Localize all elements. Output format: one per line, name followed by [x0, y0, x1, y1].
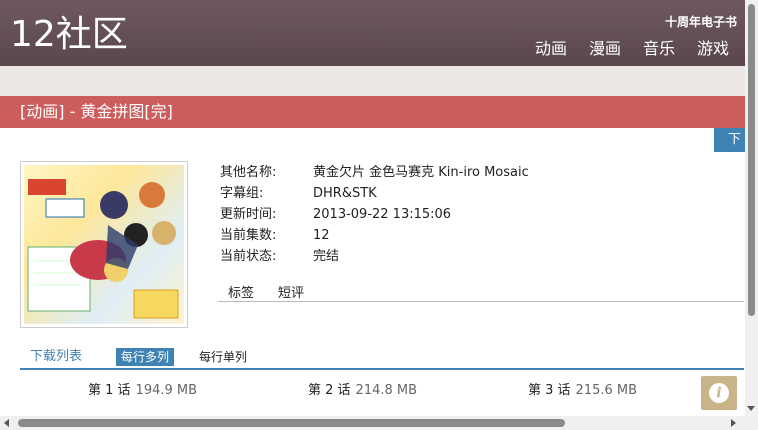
cover-image — [20, 161, 188, 328]
nav-music[interactable]: 音乐 — [643, 38, 675, 60]
nav-manga[interactable]: 漫画 — [589, 38, 621, 60]
episode-link[interactable]: 第 1 话 194.9 MB — [88, 381, 197, 401]
info-icon: i — [709, 383, 729, 403]
info-row-status: 当前状态: 完结 — [220, 246, 529, 267]
tab-tags[interactable]: 标签 — [228, 285, 254, 303]
episode-link[interactable]: 第 3 话 215.6 MB — [528, 381, 637, 401]
episode-label: 第 3 话 — [528, 383, 571, 398]
site-header: 12社区 十周年电子书 动画 漫画 音乐 游戏 — [0, 0, 745, 66]
alt-names-label: 其他名称: — [220, 165, 277, 180]
tab-single-column[interactable]: 每行单列 — [199, 348, 247, 366]
episode-label: 第 2 话 — [308, 383, 351, 398]
cover-art — [24, 165, 184, 324]
episode-size: 214.8 MB — [355, 383, 418, 398]
episode-size: 215.6 MB — [575, 383, 638, 398]
site-logo[interactable]: 12社区 — [10, 14, 128, 56]
updated-value: 2013-09-22 13:15:06 — [313, 207, 452, 222]
subgroup-value: DHR&STK — [313, 186, 377, 201]
download-list-header: 下载列表 每行多列 每行单列 — [20, 348, 744, 370]
cover-illustration — [27, 179, 179, 319]
scroll-down-icon[interactable] — [747, 406, 755, 411]
episodes-value: 12 — [313, 228, 330, 243]
info-row-subgroup: 字幕组: DHR&STK — [220, 183, 529, 204]
tab-short-reviews[interactable]: 短评 — [278, 285, 304, 303]
vertical-scroll-thumb[interactable] — [748, 4, 755, 316]
episode-label: 第 1 话 — [88, 383, 131, 398]
info-row-episodes: 当前集数: 12 — [220, 225, 529, 246]
status-value: 完结 — [313, 249, 340, 264]
episode-link[interactable]: 第 2 话 214.8 MB — [308, 381, 417, 401]
info-row-updated: 更新时间: 2013-09-22 13:15:06 — [220, 204, 529, 225]
page-title: [动画] - 黄金拼图[完] — [0, 96, 745, 128]
detail-tabs: 标签 短评 — [218, 282, 744, 302]
horizontal-scrollbar[interactable] — [0, 416, 758, 430]
info-button[interactable]: i — [701, 376, 737, 410]
status-label: 当前状态: — [220, 249, 277, 264]
info-row-alt-names: 其他名称: 黄金欠片 金色马赛克 Kin-iro Mosaic — [220, 162, 529, 183]
scroll-right-icon[interactable] — [731, 419, 736, 427]
page: 12社区 十周年电子书 动画 漫画 音乐 游戏 [动画] - 黄金拼图[完] 下 — [0, 0, 758, 430]
header-band — [0, 66, 745, 96]
main-nav: 动画 漫画 音乐 游戏 — [535, 38, 729, 60]
download-tab[interactable]: 下 — [714, 128, 745, 152]
nav-games[interactable]: 游戏 — [697, 38, 729, 60]
anniversary-link[interactable]: 十周年电子书 — [665, 13, 737, 30]
subgroup-label: 字幕组: — [220, 186, 264, 201]
vertical-scrollbar[interactable] — [745, 0, 758, 416]
episodes-label: 当前集数: — [220, 228, 277, 243]
tab-multi-column[interactable]: 每行多列 — [116, 348, 175, 366]
info-panel: 其他名称: 黄金欠片 金色马赛克 Kin-iro Mosaic 字幕组: DHR… — [220, 162, 529, 267]
scroll-left-icon[interactable] — [4, 419, 9, 427]
horizontal-scroll-thumb[interactable] — [18, 419, 565, 427]
nav-anime[interactable]: 动画 — [535, 38, 567, 60]
episode-size: 194.9 MB — [135, 383, 198, 398]
updated-label: 更新时间: — [220, 207, 277, 222]
download-list-title: 下载列表 — [30, 349, 83, 364]
alt-names-value: 黄金欠片 金色马赛克 Kin-iro Mosaic — [313, 165, 529, 180]
